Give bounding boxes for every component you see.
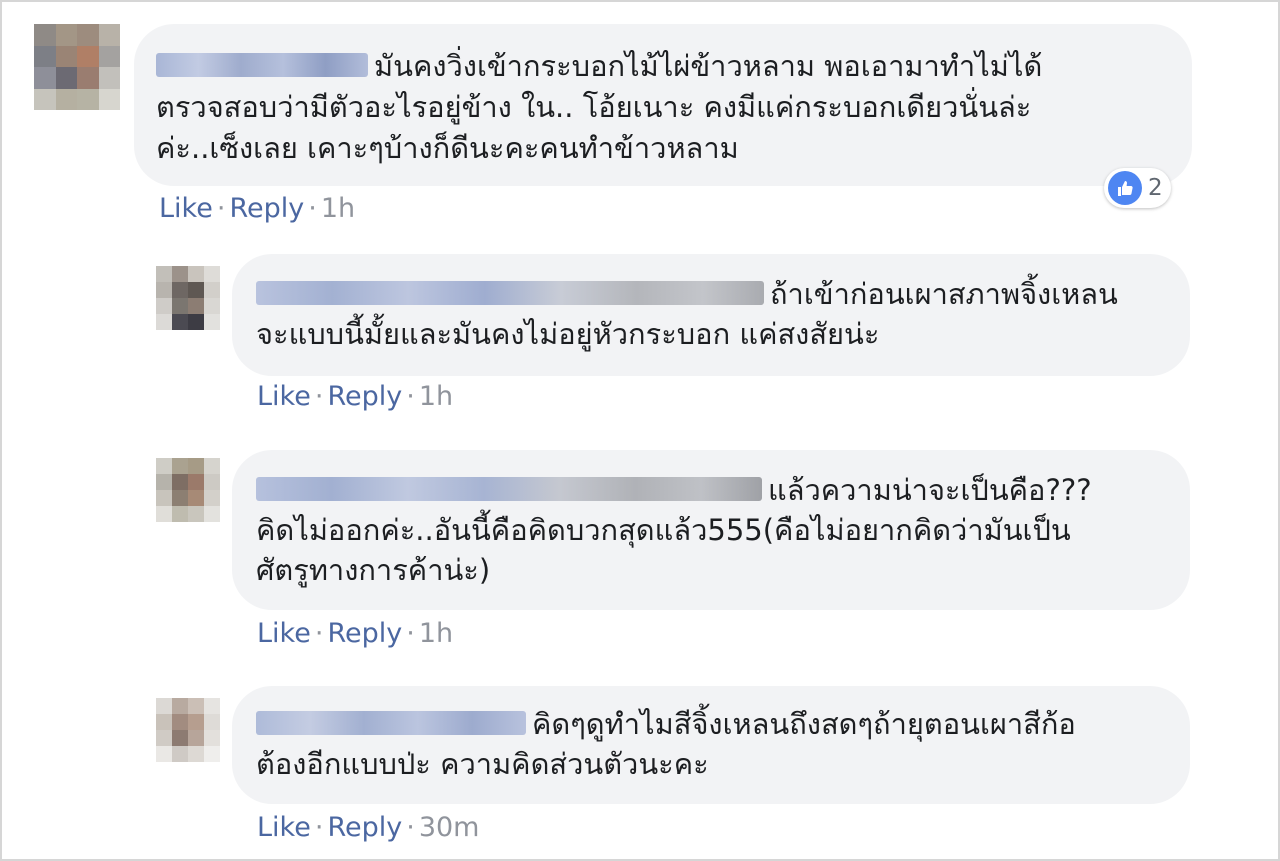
reply-link[interactable]: Reply — [229, 193, 304, 224]
separator-dot: · — [308, 193, 317, 224]
reply-link[interactable]: Reply — [327, 618, 402, 649]
author-name-blurred[interactable] — [256, 711, 526, 735]
avatar[interactable] — [156, 266, 220, 330]
timestamp[interactable]: 1h — [419, 618, 453, 649]
comment-actions: Like · Reply · 30m — [257, 811, 479, 845]
like-link[interactable]: Like — [159, 193, 213, 224]
comment-text-line: คิดๆดูทำไมสีจิ้งเหลนถึงสดๆถ้ายุตอนเผาสีก… — [256, 704, 1076, 744]
separator-dot: · — [314, 812, 324, 843]
reaction-count: 2 — [1148, 175, 1163, 201]
avatar[interactable] — [34, 24, 120, 110]
like-link[interactable]: Like — [257, 812, 311, 843]
comment-text-line: ศัตรูทางการค้าน่ะ) — [256, 553, 491, 587]
reaction-badge[interactable]: 2 — [1104, 168, 1171, 208]
reply-link[interactable]: Reply — [327, 381, 402, 412]
comment-thread: มันคงวิ่งเข้ากระบอกไม้ไผ่ข้าวหลาม พอเอาม… — [0, 0, 1280, 861]
comment-actions: Like · Reply · 1h — [159, 192, 355, 226]
comment-bubble: แล้วความน่าจะเป็นคือ??? คิดไม่ออกค่ะ..อั… — [232, 450, 1190, 610]
separator-dot: · — [406, 618, 415, 649]
separator-dot: · — [314, 381, 324, 412]
comment-text-line: ต้องอีกแบบป่ะ ความคิดส่วนตัวนะคะ — [256, 747, 709, 781]
comment-actions: Like · Reply · 1h — [257, 617, 453, 651]
avatar[interactable] — [156, 698, 220, 762]
separator-dot: · — [406, 812, 415, 843]
comment-text-line: มันคงวิ่งเข้ากระบอกไม้ไผ่ข้าวหลาม พอเอาม… — [156, 46, 1042, 86]
author-name-blurred[interactable] — [256, 281, 764, 305]
author-name-blurred[interactable] — [256, 477, 762, 501]
like-link[interactable]: Like — [257, 618, 311, 649]
comment-text-line: ค่ะ..เซ็งเลย เคาะๆบ้างก็ดีนะคะคนทำข้าวหล… — [156, 131, 739, 165]
comment-actions: Like · Reply · 1h — [257, 380, 453, 414]
like-link[interactable]: Like — [257, 381, 311, 412]
separator-dot: · — [216, 193, 226, 224]
reply-link[interactable]: Reply — [327, 812, 402, 843]
avatar[interactable] — [156, 458, 220, 522]
separator-dot: · — [314, 618, 324, 649]
comment-bubble: ถ้าเข้าก่อนเผาสภาพจิ้งเหลน จะแบบนี้มั้ยแ… — [232, 254, 1190, 376]
author-name-blurred[interactable] — [156, 53, 368, 77]
comment-text-line: แล้วความน่าจะเป็นคือ??? — [256, 470, 1092, 510]
comment-bubble: คิดๆดูทำไมสีจิ้งเหลนถึงสดๆถ้ายุตอนเผาสีก… — [232, 686, 1190, 804]
comment-text-line: ตรวจสอบว่ามีตัวอะไรอยู่ข้าง ใน.. โอ้ยเนา… — [156, 90, 1032, 124]
timestamp[interactable]: 1h — [321, 193, 355, 224]
comment-text-line: ถ้าเข้าก่อนเผาสภาพจิ้งเหลน — [256, 274, 1118, 314]
timestamp[interactable]: 30m — [419, 812, 480, 843]
timestamp[interactable]: 1h — [419, 381, 453, 412]
thumbs-up-icon — [1108, 171, 1142, 205]
separator-dot: · — [406, 381, 415, 412]
comment-bubble: มันคงวิ่งเข้ากระบอกไม้ไผ่ข้าวหลาม พอเอาม… — [134, 24, 1192, 186]
comment-text-line: จะแบบนี้มั้ยและมันคงไม่อยู่หัวกระบอก แค่… — [256, 317, 880, 351]
comment-text-line: คิดไม่ออกค่ะ..อันนี้คือคิดบวกสุดแล้ว555(… — [256, 513, 1071, 547]
